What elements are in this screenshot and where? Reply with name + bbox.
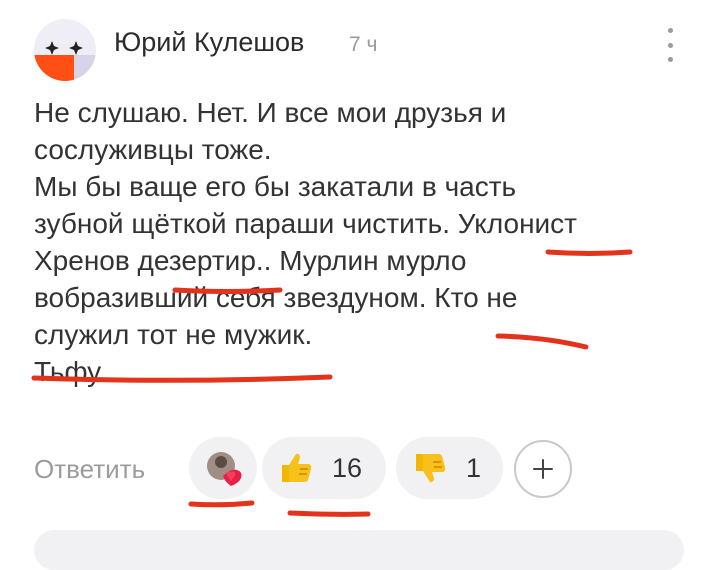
reply-button[interactable]: Ответить — [34, 454, 145, 485]
comment-line: Мы бы ваще его бы закатали в часть — [34, 171, 517, 202]
more-options-icon[interactable] — [660, 28, 680, 62]
thumbs-up-icon — [282, 453, 312, 482]
comment-line: вобразивший себя звездуном. Кто не — [34, 282, 518, 313]
comment-line: сослуживцы тоже. — [34, 134, 272, 165]
reactions-summary-button[interactable] — [189, 437, 257, 499]
reactions-avatar-heart-icon — [207, 452, 242, 486]
underline-mark — [188, 500, 255, 508]
avatar-image — [34, 19, 96, 81]
reply-input[interactable] — [34, 530, 684, 570]
comment-line: Не слушаю. Нет. И все мои друзья и — [34, 97, 507, 128]
comment-line: Тьфу — [34, 356, 102, 387]
plus-icon — [533, 459, 553, 479]
underline-mark — [287, 510, 371, 517]
comment-line: служил тот не мужик. — [34, 319, 313, 350]
like-count: 16 — [332, 452, 363, 483]
dislike-button[interactable]: 1 — [396, 437, 503, 499]
like-button[interactable]: 16 — [262, 437, 386, 499]
add-reaction-button[interactable] — [514, 440, 572, 498]
thumbs-down-icon — [416, 454, 446, 483]
dislike-count: 1 — [466, 452, 482, 483]
author-name[interactable]: Юрий Кулешов — [114, 27, 304, 58]
comment-line: зубной щёткой параши чистить. Уклонист — [34, 208, 577, 239]
comment-text: Не слушаю. Нет. И все мои друзья и сослу… — [34, 94, 684, 390]
post-time: 7 ч — [349, 33, 378, 56]
comment-line: Хренов дезертир.. Мурлин мурло — [34, 245, 467, 276]
avatar[interactable] — [34, 19, 96, 81]
